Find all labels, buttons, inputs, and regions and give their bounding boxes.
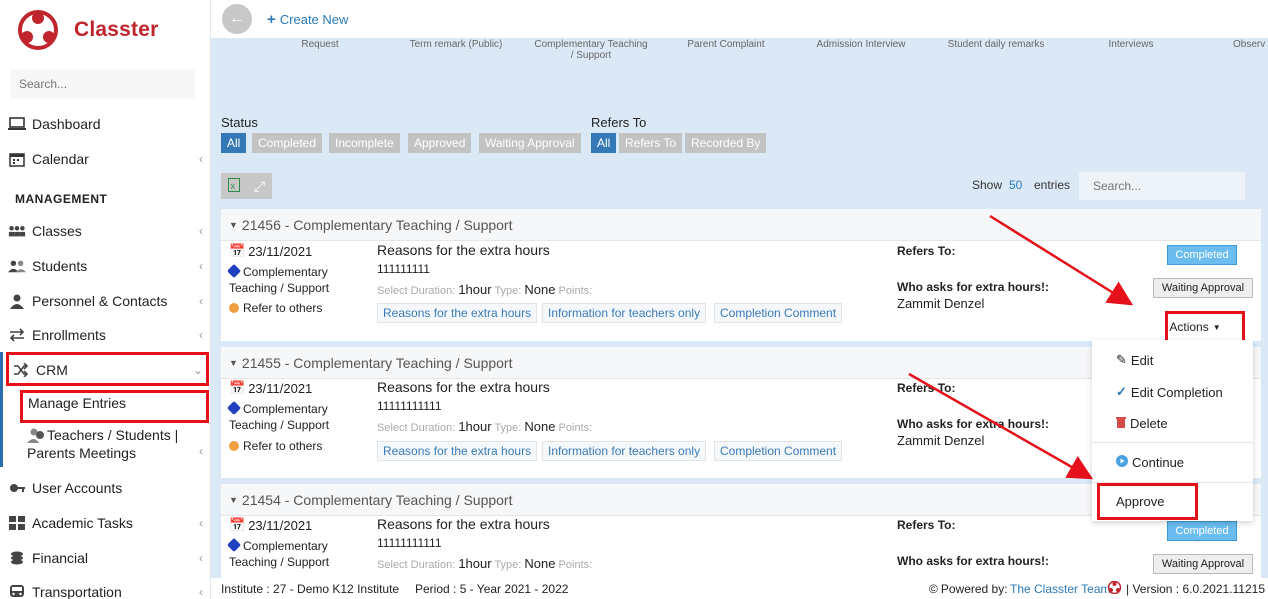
meeting-people-icon [27, 427, 47, 443]
arrow-to-approve [908, 372, 1094, 480]
sidebar-section-title: MANAGEMENT [15, 192, 108, 206]
key-icon [8, 480, 26, 496]
footer-version: | Version : 6.0.2021.11215 [1126, 582, 1266, 596]
classter-small-logo-icon [1107, 580, 1122, 597]
chevron-left-icon: ‹ [199, 551, 203, 565]
annotation-arrows [908, 214, 1134, 480]
sidebar-item-students[interactable]: Students ‹ [0, 252, 211, 280]
group-icon [8, 223, 26, 239]
sidebar-item-calendar[interactable]: Calendar ‹ [0, 145, 211, 173]
arrow-to-actions [989, 214, 1134, 306]
chevron-left-icon: ‹ [199, 444, 203, 458]
meetings-label-line1: Teachers / Students | [47, 427, 179, 443]
sidebar-item-classes[interactable]: Classes ‹ [0, 217, 211, 245]
chevron-left-icon: ‹ [199, 294, 203, 308]
sidebar-item-transportation[interactable]: Transportation ‹ [0, 578, 211, 599]
footer-period: Period : 5 - Year 2021 - 2022 [415, 582, 569, 596]
footer-institute: Institute : 27 - Demo K12 Institute [221, 582, 400, 596]
classter-logo-icon [18, 10, 58, 50]
sidebar-item-label: Classes [32, 223, 82, 239]
chevron-left-icon: ‹ [199, 224, 203, 238]
sidebar-search-input[interactable] [10, 69, 195, 99]
chevron-left-icon: ‹ [199, 516, 203, 530]
sidebar-item-enrollments[interactable]: Enrollments ‹ [0, 321, 211, 349]
chevron-left-icon: ‹ [199, 328, 203, 342]
chevron-left-icon: ‹ [199, 585, 203, 599]
footer-team-link[interactable]: The Classter Team [1010, 582, 1110, 596]
sidebar-subitem-meetings[interactable]: Teachers / Students | [27, 427, 178, 443]
highlight-manage-entries [20, 390, 209, 423]
highlight-crm [6, 352, 209, 386]
chevron-left-icon: ‹ [199, 152, 203, 166]
sidebar-item-financial[interactable]: Financial ‹ [0, 544, 211, 572]
main-content: ← + Create New Request Term remark (Publ… [211, 0, 1268, 599]
sidebar-item-label: Academic Tasks [32, 515, 133, 531]
sidebar-item-label: Financial [32, 550, 89, 566]
sidebar-item-label: Students [32, 258, 88, 274]
students-icon [8, 258, 26, 274]
bus-icon [8, 584, 26, 599]
sidebar: Classter Dashboard Calendar ‹ MANAGEMENT… [0, 0, 211, 599]
laptop-icon [8, 116, 26, 132]
sidebar-item-label: Dashboard [32, 116, 101, 132]
sidebar-item-personnel[interactable]: Personnel & Contacts ‹ [0, 287, 211, 315]
sidebar-item-label: Personnel & Contacts [32, 293, 168, 309]
chevron-left-icon: ‹ [199, 259, 203, 273]
sidebar-item-label: Transportation [32, 584, 122, 599]
powered-label: Powered by: [940, 582, 1008, 596]
footer-powered: © Powered by: [929, 582, 1008, 596]
sidebar-item-user-accounts[interactable]: User Accounts [0, 474, 211, 502]
footer: Institute : 27 - Demo K12 Institute Peri… [211, 578, 1268, 599]
sidebar-item-label: Calendar [32, 151, 89, 167]
sidebar-item-dashboard[interactable]: Dashboard [0, 110, 211, 138]
coins-icon [8, 550, 26, 566]
sidebar-item-label: Enrollments [32, 327, 106, 343]
app-name: Classter [74, 18, 159, 41]
sidebar-item-label: User Accounts [32, 480, 123, 496]
exchange-icon [8, 327, 26, 343]
meetings-label-line2: Parents Meetings [27, 445, 136, 461]
logo[interactable]: Classter [18, 10, 158, 50]
calendar-icon [8, 151, 26, 167]
grid-icon [8, 515, 26, 531]
copyright-icon: © [929, 582, 938, 596]
sidebar-item-academic-tasks[interactable]: Academic Tasks ‹ [0, 509, 211, 537]
person-icon [8, 293, 26, 309]
